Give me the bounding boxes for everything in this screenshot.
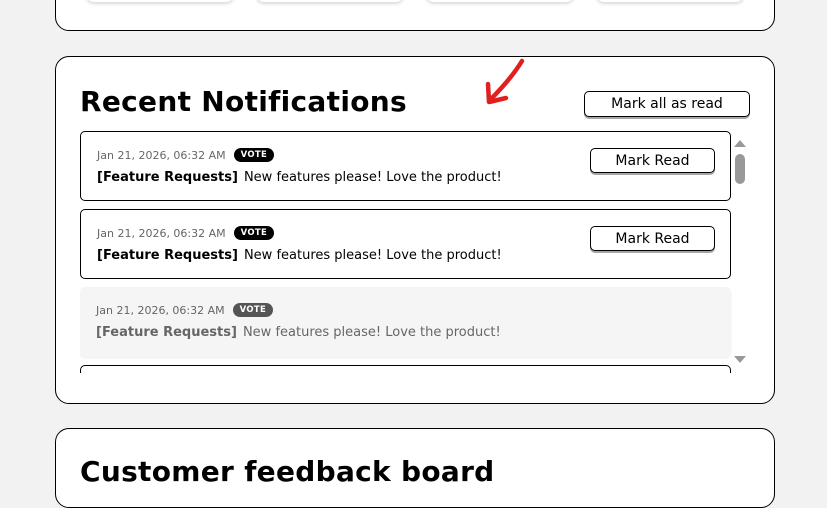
notification-meta: Jan 21, 2026, 06:32 AM VOTE: [97, 226, 275, 240]
notification-message: New features please! Love the product!: [243, 170, 502, 185]
red-arrow-icon: [485, 58, 525, 105]
next-section-card: Customer feedback board: [55, 428, 775, 508]
notification-item-partial: [80, 365, 731, 373]
previous-card-item[interactable]: [256, 0, 404, 2]
notification-text: [Feature Requests] New features please! L…: [97, 170, 502, 185]
scrollbar-thumb[interactable]: [735, 154, 745, 184]
previous-card-item[interactable]: [596, 0, 744, 2]
vote-badge: VOTE: [233, 226, 275, 240]
previous-card-item[interactable]: [426, 0, 574, 2]
notification-meta: Jan 21, 2026, 06:32 AM VOTE: [97, 148, 275, 162]
notification-scrollbar[interactable]: [734, 137, 750, 367]
triangle-up-icon[interactable]: [734, 140, 746, 147]
previous-section-card: [55, 0, 775, 31]
notification-list[interactable]: Jan 21, 2026, 06:32 AM VOTE [Feature Req…: [80, 131, 732, 373]
notification-meta: Jan 21, 2026, 06:32 AM VOTE: [96, 303, 274, 317]
mark-all-read-button[interactable]: Mark all as read: [584, 91, 750, 117]
notification-category: [Feature Requests]: [97, 248, 238, 263]
notification-timestamp: Jan 21, 2026, 06:32 AM: [96, 303, 225, 317]
notification-item: Jan 21, 2026, 06:32 AM VOTE [Feature Req…: [80, 209, 731, 279]
mark-read-button[interactable]: Mark Read: [590, 148, 715, 173]
notification-timestamp: Jan 21, 2026, 06:32 AM: [97, 148, 226, 162]
previous-card-item[interactable]: [86, 0, 234, 2]
triangle-down-icon[interactable]: [734, 356, 746, 363]
notification-timestamp: Jan 21, 2026, 06:32 AM: [97, 226, 226, 240]
notification-text: [Feature Requests] New features please! L…: [96, 325, 501, 340]
notification-category: [Feature Requests]: [96, 325, 237, 340]
mark-read-button[interactable]: Mark Read: [590, 226, 715, 251]
notification-category: [Feature Requests]: [97, 170, 238, 185]
next-section-title: Customer feedback board: [80, 455, 495, 488]
vote-badge: VOTE: [232, 303, 274, 317]
notifications-card: Recent Notifications Mark all as read Ja…: [55, 56, 775, 404]
vote-badge: VOTE: [233, 148, 275, 162]
notification-item-read: Jan 21, 2026, 06:32 AM VOTE [Feature Req…: [80, 287, 731, 357]
section-title: Recent Notifications: [80, 85, 407, 118]
notification-message: New features please! Love the product!: [243, 248, 502, 263]
notification-item: Jan 21, 2026, 06:32 AM VOTE [Feature Req…: [80, 131, 731, 201]
notification-text: [Feature Requests] New features please! L…: [97, 248, 502, 263]
notification-message: New features please! Love the product!: [242, 325, 501, 340]
